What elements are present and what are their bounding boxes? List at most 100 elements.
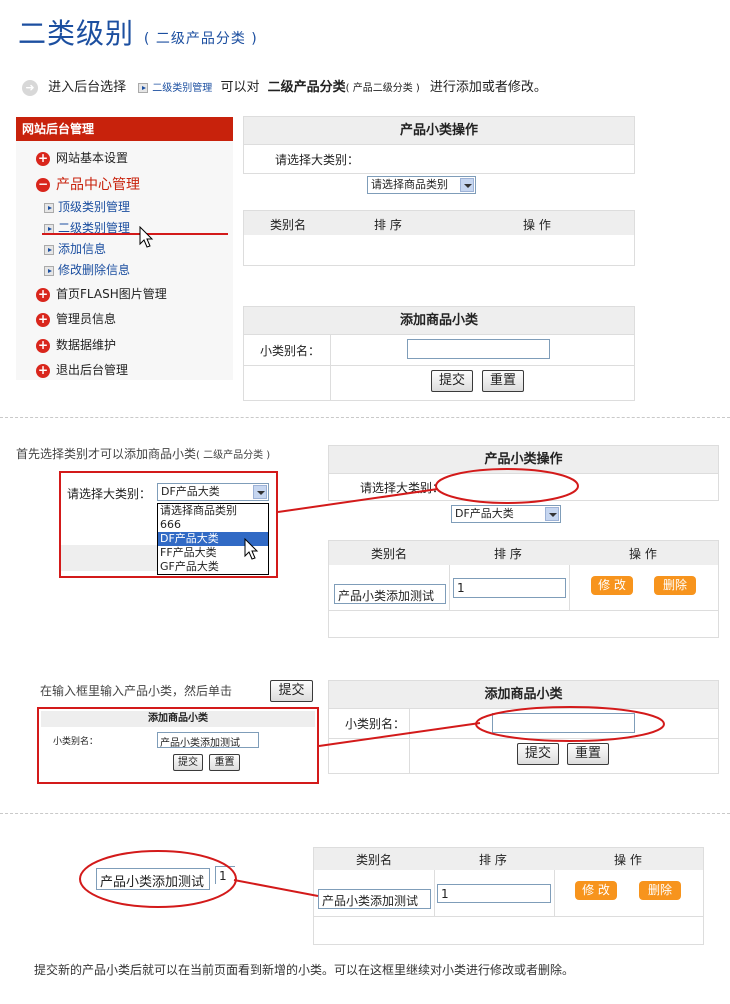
row-name-input[interactable]: 产品小类添加测试 <box>334 584 446 604</box>
arrow-square-icon <box>44 202 54 213</box>
select-value: DF产品大类 <box>161 485 220 498</box>
sidebar-item-label: 首页FLASH图片管理 <box>56 287 167 301</box>
category-ops-panel-2: 产品小类操作 请选择大类别： DF产品大类 <box>328 445 719 523</box>
reset-button[interactable]: 重置 <box>567 743 609 765</box>
edit-button[interactable]: 修 改 <box>575 881 617 900</box>
divider <box>0 813 730 814</box>
mini-input[interactable]: 产品小类添加测试 <box>157 732 259 748</box>
input-callout: 添加商品小类 小类别名： 产品小类添加测试 提交 重置 <box>37 707 319 784</box>
divider <box>0 417 730 418</box>
option-item[interactable]: 请选择商品类别 <box>158 504 268 518</box>
plus-icon: + <box>36 311 50 327</box>
plus-icon: + <box>36 286 50 302</box>
chevron-down-icon <box>460 178 474 192</box>
field-label: 小类别名： <box>345 717 406 731</box>
panel-title: 添加商品小类 <box>329 681 718 708</box>
select-label: 请选择大类别： <box>275 153 360 167</box>
cursor-icon <box>244 538 259 560</box>
sidebar-item-label: 修改删除信息 <box>58 263 131 277</box>
add-subcategory-panel-2: 添加商品小类 小类别名： 提交 重置 <box>328 680 719 774</box>
caption-text: 在输入框里输入产品小类，然后单击 <box>40 684 233 698</box>
caption-submit-button: 提交 <box>270 680 313 702</box>
sidebar-item-logout[interactable]: + 退出后台管理 <box>36 361 128 378</box>
category-ops-panel: 产品小类操作 请选择大类别： 请选择商品类别 <box>243 116 635 194</box>
step2-caption: 在输入框里输入产品小类，然后单击 <box>40 682 232 699</box>
row-order-input[interactable]: 1 <box>437 884 551 903</box>
col-name: 类别名 <box>270 218 307 232</box>
category-select[interactable]: DF产品大类 <box>157 483 269 501</box>
subcategory-input[interactable] <box>407 339 550 359</box>
page-title: 二类级别 ( 二级产品分类 ) <box>18 12 258 52</box>
category-table: 类别名 排 序 操 作 <box>243 210 635 266</box>
sidebar-item-label: 退出后台管理 <box>56 363 129 377</box>
intro-small: ( 产品二级分类 ) <box>345 83 420 94</box>
cursor-icon <box>139 226 154 248</box>
submit-button[interactable]: 提交 <box>517 743 559 765</box>
intro-text-3: 进行添加或者修改。 <box>429 80 547 95</box>
delete-button[interactable]: 删除 <box>654 576 696 595</box>
col-order: 排 序 <box>479 853 507 867</box>
mini-title: 添加商品小类 <box>41 711 315 727</box>
panel-title: 添加商品小类 <box>244 307 634 334</box>
reset-button[interactable]: 重置 <box>482 370 524 392</box>
intro-link: 二级类别管理 <box>152 83 213 94</box>
sidebar-item-label: 添加信息 <box>58 242 107 256</box>
sidebar-item-label: 产品中心管理 <box>56 177 140 193</box>
sidebar-item-label: 顶级类别管理 <box>58 200 131 214</box>
col-actions: 操 作 <box>629 547 657 561</box>
arrow-square-icon <box>138 82 149 93</box>
chevron-down-icon <box>253 485 267 499</box>
panel-title: 产品小类操作 <box>329 446 718 473</box>
subcategory-input[interactable] <box>492 713 635 733</box>
arrow-square-icon <box>44 265 54 276</box>
mini-submit-button[interactable]: 提交 <box>173 754 203 771</box>
select-value: DF产品大类 <box>455 507 514 520</box>
title-subtitle: ( 二级产品分类 ) <box>143 31 258 47</box>
row-name-input[interactable]: 产品小类添加测试 <box>318 889 431 909</box>
arrow-circle-icon: ➜ <box>22 79 38 96</box>
option-item[interactable]: GF产品大类 <box>158 560 268 574</box>
sidebar-item-product-center[interactable]: − 产品中心管理 <box>36 174 140 194</box>
sidebar-header: 网站后台管理 <box>16 117 233 141</box>
option-item[interactable]: 666 <box>158 518 268 532</box>
plus-icon: + <box>36 150 50 166</box>
panel-title: 产品小类操作 <box>244 117 634 144</box>
category-select[interactable]: 请选择商品类别 <box>367 176 476 194</box>
category-select[interactable]: DF产品大类 <box>451 505 561 523</box>
sidebar-item-label: 管理员信息 <box>56 312 117 326</box>
sidebar-item-basic-settings[interactable]: + 网站基本设置 <box>36 149 128 166</box>
sidebar-item-admin[interactable]: + 管理员信息 <box>36 310 116 327</box>
edit-button[interactable]: 修 改 <box>591 576 633 595</box>
zoom-order-input: 1 <box>215 866 235 884</box>
mini-reset-button[interactable]: 重置 <box>209 754 240 771</box>
step3-caption: 提交新的产品小类后就可以在当前页面看到新增的小类。可以在这框里继续对小类进行修改… <box>34 963 575 977</box>
sidebar-item-add-info[interactable]: 添加信息 <box>44 240 106 257</box>
intro-text-2: 可以对 <box>220 80 260 95</box>
sidebar-item-flash[interactable]: + 首页FLASH图片管理 <box>36 285 167 302</box>
select-label: 请选择大类别： <box>360 481 445 495</box>
chevron-down-icon <box>545 507 559 521</box>
field-label: 小类别名： <box>260 344 321 358</box>
sidebar-item-data[interactable]: + 数据据维护 <box>36 336 116 353</box>
col-actions: 操 作 <box>523 218 551 232</box>
delete-button[interactable]: 删除 <box>639 881 681 900</box>
sidebar-item-label: 数据据维护 <box>56 338 117 352</box>
intro-bold: 二级产品分类 <box>267 80 346 95</box>
admin-sidebar: 网站后台管理 + 网站基本设置 − 产品中心管理 顶级类别管理 二级类别管理 添加信… <box>16 117 233 380</box>
callout-line <box>233 879 319 897</box>
plus-icon: + <box>36 362 50 378</box>
mini-label: 小类别名： <box>53 737 99 747</box>
highlight-underline <box>42 233 228 235</box>
sidebar-item-label: 网站基本设置 <box>56 151 129 165</box>
intro-line: ➜ 进入后台选择 二级类别管理 可以对 二级产品分类( 产品二级分类 ) 进行添… <box>22 76 547 96</box>
intro-text: 进入后台选择 <box>48 80 127 95</box>
caption-text: 首先选择类别才可以添加商品小类 <box>16 447 197 461</box>
row-order-input[interactable]: 1 <box>453 578 566 598</box>
category-table-2: 类别名 排 序 操 作 产品小类添加测试 1 修 改 删除 <box>328 540 719 638</box>
arrow-square-icon <box>44 244 54 255</box>
sidebar-item-edit-info[interactable]: 修改删除信息 <box>44 261 130 278</box>
caption-small: ( 二级产品分类 ) <box>196 450 271 461</box>
submit-button[interactable]: 提交 <box>431 370 473 392</box>
select-value: 请选择商品类别 <box>371 178 448 191</box>
sidebar-item-top-category[interactable]: 顶级类别管理 <box>44 198 130 215</box>
